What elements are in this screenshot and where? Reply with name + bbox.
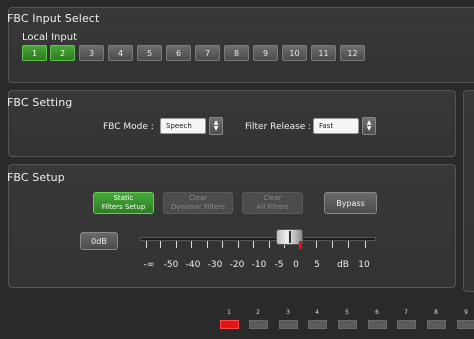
gain-value-button[interactable]: 0dB xyxy=(80,232,118,250)
channel-strip-number: 9 xyxy=(464,309,468,316)
channel-chip-7[interactable]: 7 xyxy=(195,45,220,61)
bypass-label: Bypass xyxy=(336,198,365,208)
filter-release-spinner[interactable]: ▲ ▼ xyxy=(362,117,376,135)
scale-tick xyxy=(269,241,270,248)
scale-label: 5 xyxy=(314,260,320,270)
scale-label: -50 xyxy=(163,260,179,270)
channel-strip-number: 4 xyxy=(315,309,319,316)
scale-label: -5 xyxy=(274,260,284,270)
scale-label: -20 xyxy=(229,260,245,270)
channel-strip-indicator-7[interactable] xyxy=(397,320,416,329)
channel-strip-indicator-4[interactable] xyxy=(308,320,327,329)
static-filters-setup-line1: Static xyxy=(113,194,134,202)
clear-all-filters-button[interactable]: Clear All Filters xyxy=(242,192,303,214)
channel-chip-8[interactable]: 8 xyxy=(224,45,249,61)
local-input-label: Local Input xyxy=(22,32,77,43)
setup-title: FBC Setup xyxy=(7,171,65,184)
scale-tick xyxy=(176,241,177,248)
clear-dynamic-filters-line1: Clear xyxy=(188,194,208,202)
scale-label: dB xyxy=(337,260,349,270)
filter-release-select[interactable]: Fast xyxy=(313,118,359,134)
scale-label: 0 xyxy=(293,260,299,270)
scale-tick xyxy=(332,241,333,248)
spin-down-icon: ▼ xyxy=(366,125,372,132)
channel-strip-number: 6 xyxy=(375,309,379,316)
scale-tick xyxy=(146,241,147,248)
scale-tick xyxy=(238,241,239,248)
channel-strip-number: 2 xyxy=(256,309,260,316)
scale-label: -30 xyxy=(207,260,223,270)
spin-down-icon: ▼ xyxy=(213,125,219,132)
fbc-mode-select[interactable]: Speech xyxy=(160,118,206,134)
channel-chip-2[interactable]: 2 xyxy=(50,45,75,61)
fbc-mode-label: FBC Mode : xyxy=(103,122,154,132)
fbc-mode-spinner[interactable]: ▲ ▼ xyxy=(209,117,223,135)
scale-tick xyxy=(348,241,349,248)
scale-label: -10 xyxy=(251,260,267,270)
channel-strip-number: 5 xyxy=(345,309,349,316)
scale-label: -40 xyxy=(185,260,201,270)
filter-release-label: Filter Release : xyxy=(245,122,312,132)
scale-tick xyxy=(365,241,366,248)
channel-chip-1[interactable]: 1 xyxy=(22,45,47,61)
channel-chip-11[interactable]: 11 xyxy=(311,45,336,61)
channel-strip-number: 7 xyxy=(404,309,408,316)
channel-chip-3[interactable]: 3 xyxy=(79,45,104,61)
clear-all-filters-line2: All Filters xyxy=(256,203,289,211)
input-select-title: FBC Input Select xyxy=(7,12,100,25)
setting-panel xyxy=(8,90,456,157)
channel-chip-9[interactable]: 9 xyxy=(253,45,278,61)
static-filters-setup-button[interactable]: Static Filters Setup xyxy=(93,192,154,214)
bypass-button[interactable]: Bypass xyxy=(324,192,377,214)
channel-chip-10[interactable]: 10 xyxy=(282,45,307,61)
scale-label: -∞ xyxy=(143,260,155,270)
channel-strip-indicator-6[interactable] xyxy=(368,320,387,329)
fader-level-indicator xyxy=(299,241,303,249)
channel-chip-12[interactable]: 12 xyxy=(340,45,365,61)
scale-tick xyxy=(222,241,223,248)
clear-dynamic-filters-line2: Dynamic Filters xyxy=(170,203,226,211)
channel-chip-6[interactable]: 6 xyxy=(166,45,191,61)
scale-label: 10 xyxy=(358,260,370,270)
scale-tick xyxy=(191,241,192,248)
gain-value-label: 0dB xyxy=(91,236,107,246)
right-side-panel xyxy=(463,90,474,292)
channel-strip-indicator-2[interactable] xyxy=(249,320,268,329)
channel-strip-indicator-1[interactable] xyxy=(220,320,239,329)
channel-strip-indicator-8[interactable] xyxy=(427,320,446,329)
scale-tick xyxy=(207,241,208,248)
channel-strip-number: 3 xyxy=(286,309,290,316)
scale-tick xyxy=(160,241,161,248)
channel-strip-indicator-9[interactable] xyxy=(457,320,474,329)
setting-title: FBC Setting xyxy=(7,96,73,109)
channel-strip-indicator-3[interactable] xyxy=(279,320,298,329)
scale-tick xyxy=(316,241,317,248)
channel-chip-5[interactable]: 5 xyxy=(137,45,162,61)
clear-dynamic-filters-button[interactable]: Clear Dynamic Filters xyxy=(163,192,233,214)
channel-strip-number: 1 xyxy=(227,309,231,316)
channel-strip-indicator-5[interactable] xyxy=(338,320,357,329)
channel-chip-4[interactable]: 4 xyxy=(108,45,133,61)
scale-tick xyxy=(253,241,254,248)
clear-all-filters-line1: Clear xyxy=(263,194,282,202)
channel-strip-number: 8 xyxy=(434,309,438,316)
static-filters-setup-line2: Filters Setup xyxy=(101,203,146,211)
